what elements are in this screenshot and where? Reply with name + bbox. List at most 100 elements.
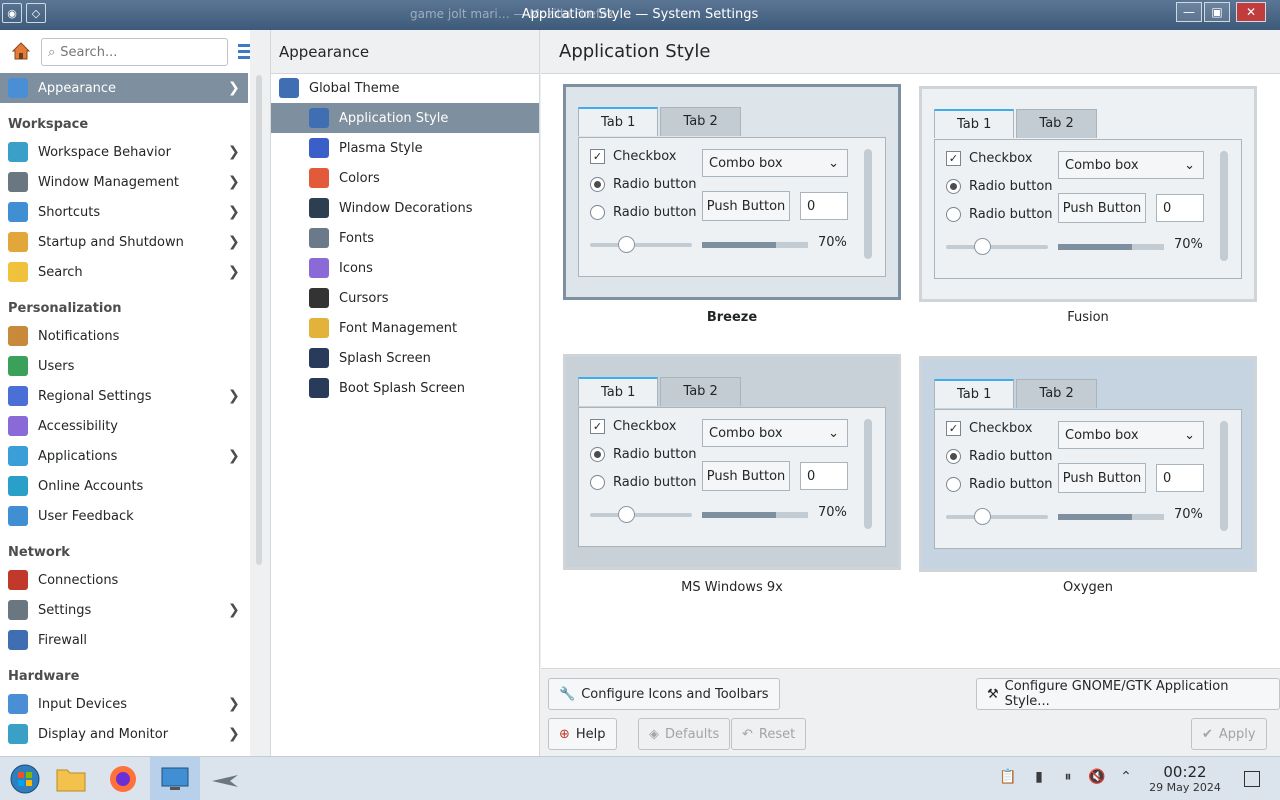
sidebar-item-workspace-behavior[interactable]: Workspace Behavior ❯	[0, 137, 248, 167]
sidebar-item-appearance[interactable]: Appearance ❯	[0, 73, 248, 103]
preview-spinbox[interactable]: 0	[1156, 194, 1204, 222]
sidebar-item-firewall[interactable]: Firewall	[0, 625, 248, 655]
category-item-application-style[interactable]: Application Style	[271, 103, 539, 133]
preview-slider[interactable]	[590, 506, 692, 523]
preview-scrollbar[interactable]	[1220, 151, 1228, 261]
category-item-splash-screen[interactable]: Splash Screen	[271, 343, 539, 373]
preview-radio-2[interactable]: Radio button	[946, 207, 1053, 222]
preview-tab-1[interactable]: Tab 1	[578, 107, 659, 136]
sidebar-item-startup-and-shutdown[interactable]: Startup and Shutdown ❯	[0, 227, 248, 257]
style-card-breeze[interactable]: Tab 1 Tab 2 ✓ Checkbox Radio button Radio but…	[563, 84, 901, 300]
preview-scrollbar[interactable]	[1220, 421, 1228, 531]
category-item-fonts[interactable]: Fonts	[271, 223, 539, 253]
preview-tab-2[interactable]: Tab 2	[1016, 379, 1097, 408]
preview-tab-1[interactable]: Tab 1	[934, 379, 1015, 408]
sidebar-item-accessibility[interactable]: Accessibility	[0, 411, 248, 441]
preview-scrollbar[interactable]	[864, 149, 872, 259]
preview-radio-1[interactable]: Radio button	[946, 449, 1053, 464]
category-item-global-theme[interactable]: Global Theme	[271, 73, 539, 103]
style-card-ms-windows-9x[interactable]: Tab 1 Tab 2 ✓ Checkbox Radio button Radio but…	[563, 354, 901, 570]
clipboard-icon[interactable]: 📋	[999, 769, 1017, 787]
preview-tab-2[interactable]: Tab 2	[660, 107, 741, 136]
volume-muted-icon[interactable]: 🔇	[1088, 769, 1106, 787]
slider-handle[interactable]	[974, 238, 991, 255]
reset-button[interactable]: ↶ Reset	[731, 718, 807, 750]
taskbar-file-manager[interactable]	[46, 757, 96, 800]
clock[interactable]: 00:22 29 May 2024	[1140, 763, 1230, 794]
preview-slider[interactable]	[946, 508, 1048, 525]
preview-slider[interactable]	[946, 238, 1048, 255]
slider-handle[interactable]	[618, 506, 635, 523]
preview-combo-box[interactable]: Combo box ⌄	[1058, 421, 1204, 449]
sidebar-scrollbar[interactable]	[256, 75, 262, 565]
taskbar-app[interactable]	[200, 757, 250, 800]
preview-checkbox[interactable]: ✓ Checkbox	[946, 421, 1033, 436]
preview-radio-2[interactable]: Radio button	[590, 205, 697, 220]
sidebar-item-settings[interactable]: Settings ❯	[0, 595, 248, 625]
tray-expand-icon[interactable]: ⌃	[1117, 769, 1135, 787]
home-icon[interactable]	[10, 40, 32, 62]
configure-icons-button[interactable]: 🔧 Configure Icons and Toolbars	[548, 678, 780, 710]
preview-tab-1[interactable]: Tab 1	[578, 377, 659, 406]
battery-icon[interactable]: ▮	[1030, 769, 1048, 787]
category-item-cursors[interactable]: Cursors	[271, 283, 539, 313]
sidebar-item-input-devices[interactable]: Input Devices ❯	[0, 689, 248, 719]
start-menu-button[interactable]	[0, 757, 50, 800]
configure-gtk-button[interactable]: ⚒ Configure GNOME/GTK Application Style.…	[976, 678, 1280, 710]
preview-push-button[interactable]: Push Button	[1058, 463, 1146, 493]
preview-radio-2[interactable]: Radio button	[590, 475, 697, 490]
preview-combo-box[interactable]: Combo box ⌄	[702, 149, 848, 177]
preview-slider[interactable]	[590, 236, 692, 253]
sidebar-item-shortcuts[interactable]: Shortcuts ❯	[0, 197, 248, 227]
category-item-boot-splash-screen[interactable]: Boot Splash Screen	[271, 373, 539, 403]
minimize-button[interactable]: —	[1176, 2, 1202, 22]
apply-button[interactable]: ✔ Apply	[1191, 718, 1267, 750]
sidebar-item-window-management[interactable]: Window Management ❯	[0, 167, 248, 197]
preview-radio-1[interactable]: Radio button	[946, 179, 1053, 194]
style-card-fusion[interactable]: Tab 1 Tab 2 ✓ Checkbox Radio button Radio but…	[919, 86, 1257, 302]
show-desktop-icon[interactable]	[1244, 771, 1260, 787]
preview-checkbox[interactable]: ✓ Checkbox	[946, 151, 1033, 166]
taskbar-firefox[interactable]	[98, 757, 148, 800]
maximize-button[interactable]: ▣	[1204, 2, 1230, 22]
close-button[interactable]: ✕	[1236, 2, 1266, 22]
sidebar-item-online-accounts[interactable]: Online Accounts	[0, 471, 248, 501]
taskbar-system-settings[interactable]	[150, 757, 200, 800]
category-item-plasma-style[interactable]: Plasma Style	[271, 133, 539, 163]
category-item-icons[interactable]: Icons	[271, 253, 539, 283]
preview-push-button[interactable]: Push Button	[702, 461, 790, 491]
preview-combo-box[interactable]: Combo box ⌄	[702, 419, 848, 447]
hamburger-menu-icon[interactable]	[238, 44, 250, 60]
preview-radio-1[interactable]: Radio button	[590, 447, 697, 462]
style-card-oxygen[interactable]: Tab 1 Tab 2 ✓ Checkbox Radio button Radio but…	[919, 356, 1257, 572]
category-item-font-management[interactable]: Font Management	[271, 313, 539, 343]
preview-tab-2[interactable]: Tab 2	[660, 377, 741, 406]
sidebar-item-users[interactable]: Users	[0, 351, 248, 381]
preview-push-button[interactable]: Push Button	[702, 191, 790, 221]
slider-handle[interactable]	[618, 236, 635, 253]
preview-radio-2[interactable]: Radio button	[946, 477, 1053, 492]
preview-radio-1[interactable]: Radio button	[590, 177, 697, 192]
preview-scrollbar[interactable]	[864, 419, 872, 529]
defaults-button[interactable]: ◈ Defaults	[638, 718, 731, 750]
sidebar-item-applications[interactable]: Applications ❯	[0, 441, 248, 471]
sidebar-item-search[interactable]: Search ❯	[0, 257, 248, 287]
slider-handle[interactable]	[974, 508, 991, 525]
sidebar-item-display-and-monitor[interactable]: Display and Monitor ❯	[0, 719, 248, 749]
search-input[interactable]	[60, 44, 211, 60]
help-button[interactable]: ⊕ Help	[548, 718, 617, 750]
preview-spinbox[interactable]: 0	[800, 462, 848, 490]
sidebar-item-connections[interactable]: Connections	[0, 565, 248, 595]
media-pause-icon[interactable]: ⏸	[1059, 769, 1077, 787]
sidebar-item-notifications[interactable]: Notifications	[0, 321, 248, 351]
preview-tab-2[interactable]: Tab 2	[1016, 109, 1097, 138]
search-field[interactable]: ⌕	[41, 38, 228, 66]
sidebar-item-regional-settings[interactable]: Regional Settings ❯	[0, 381, 248, 411]
sidebar-item-user-feedback[interactable]: User Feedback	[0, 501, 248, 531]
preview-spinbox[interactable]: 0	[800, 192, 848, 220]
preview-push-button[interactable]: Push Button	[1058, 193, 1146, 223]
preview-spinbox[interactable]: 0	[1156, 464, 1204, 492]
preview-combo-box[interactable]: Combo box ⌄	[1058, 151, 1204, 179]
category-item-window-decorations[interactable]: Window Decorations	[271, 193, 539, 223]
preview-tab-1[interactable]: Tab 1	[934, 109, 1015, 138]
